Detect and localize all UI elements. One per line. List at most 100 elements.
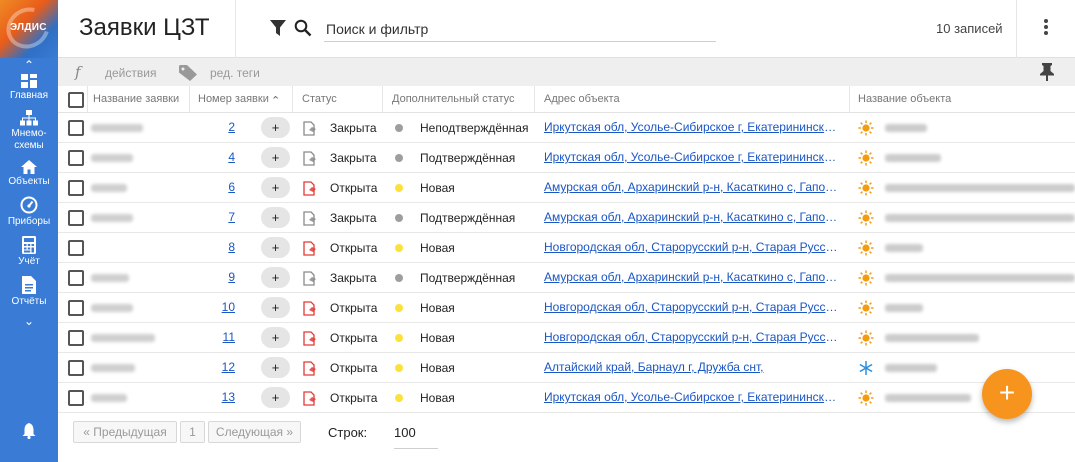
request-number-link[interactable]: 11 <box>188 330 235 344</box>
table-row[interactable]: 7 + Закрыта Подтверждённая Амурская обл, Арх… <box>58 203 1075 233</box>
sidebar-scroll-down-icon[interactable]: ⌄ <box>0 314 58 328</box>
add-request-button[interactable]: + <box>982 369 1032 419</box>
row-checkbox[interactable] <box>68 240 84 256</box>
add-tag-button[interactable]: + <box>261 327 290 348</box>
object-address-link[interactable]: Иркутская обл, Усолье-Сибирское г, Екате… <box>544 150 840 164</box>
request-name-redacted <box>91 154 133 162</box>
add-tag-button[interactable]: + <box>261 267 290 288</box>
table-row[interactable]: 12 + Открыта Новая Алтайский край, Барнаул г… <box>58 353 1075 383</box>
row-checkbox[interactable] <box>68 390 84 406</box>
row-checkbox[interactable] <box>68 210 84 226</box>
column-header-number[interactable]: Номер заявки <box>198 93 269 105</box>
sidebar-item-accounting[interactable]: Учёт <box>0 234 58 274</box>
status-text: Открыта <box>330 391 378 405</box>
row-checkbox[interactable] <box>68 360 84 376</box>
extra-status-text: Подтверждённая <box>420 271 516 285</box>
add-tag-button[interactable]: + <box>261 387 290 408</box>
table-row[interactable]: 11 + Открыта Новая Новгородская обл, Старору… <box>58 323 1075 353</box>
gauge-icon <box>20 196 38 214</box>
snowflake-icon <box>859 361 873 375</box>
row-checkbox[interactable] <box>68 150 84 166</box>
edit-tags-button[interactable]: ред. теги <box>210 66 260 80</box>
column-header-address[interactable]: Адрес объекта <box>544 93 620 105</box>
tag-icon[interactable] <box>179 65 197 81</box>
column-header-name[interactable]: Название заявки <box>93 93 179 105</box>
row-checkbox[interactable] <box>68 270 84 286</box>
object-address-link[interactable]: Иркутская обл, Усолье-Сибирское г, Екате… <box>544 120 840 134</box>
request-number-link[interactable]: 13 <box>188 390 235 404</box>
add-tag-button[interactable]: + <box>261 297 290 318</box>
status-icon <box>303 151 317 169</box>
object-address-link[interactable]: Амурская обл, Архаринский р-н, Касаткино… <box>544 270 840 284</box>
object-type-icon <box>858 270 874 289</box>
rows-per-page-select[interactable]: 100 <box>394 425 438 449</box>
status-icon <box>303 211 317 229</box>
add-tag-button[interactable]: + <box>261 177 290 198</box>
column-header-status[interactable]: Статус <box>302 93 337 105</box>
extra-status-dot <box>395 304 403 312</box>
object-address-link[interactable]: Новгородская обл, Старорусский р-н, Стар… <box>544 300 840 314</box>
request-number-link[interactable]: 7 <box>188 210 235 224</box>
actions-button[interactable]: действия <box>105 66 156 80</box>
table-row[interactable]: 13 + Открыта Новая Иркутская обл, Усолье-Сиб… <box>58 383 1075 413</box>
object-type-icon <box>858 360 874 379</box>
request-number-link[interactable]: 10 <box>188 300 235 314</box>
sidebar-item-objects[interactable]: Объекты <box>0 158 58 194</box>
request-number-link[interactable]: 6 <box>188 180 235 194</box>
search-icon[interactable] <box>294 19 312 37</box>
row-checkbox[interactable] <box>68 330 84 346</box>
sidebar-item-label: Главная <box>9 90 49 101</box>
object-address-link[interactable]: Новгородская обл, Старорусский р-н, Стар… <box>544 330 840 344</box>
filter-icon[interactable] <box>270 20 286 36</box>
table-row[interactable]: 9 + Закрыта Подтверждённая Амурская обл, Арх… <box>58 263 1075 293</box>
function-icon[interactable]: f <box>75 63 81 81</box>
object-address-link[interactable]: Амурская обл, Архаринский р-н, Касаткино… <box>544 210 840 224</box>
column-header-object[interactable]: Название объекта <box>858 93 951 105</box>
request-name-redacted <box>91 214 133 222</box>
sidebar-scroll-up-icon[interactable]: ⌃ <box>0 58 58 72</box>
table-row[interactable]: 2 + Закрыта Неподтверждённая Иркутская обл, … <box>58 113 1075 143</box>
sidebar-item-devices[interactable]: Приборы <box>0 194 58 234</box>
add-tag-button[interactable]: + <box>261 357 290 378</box>
notifications-button[interactable] <box>0 423 58 442</box>
eldis-logo[interactable]: ЭЛДИС <box>0 0 58 58</box>
add-tag-button[interactable]: + <box>261 117 290 138</box>
more-options-icon[interactable] <box>1040 19 1052 39</box>
request-number-link[interactable]: 9 <box>188 270 235 284</box>
sun-icon <box>858 150 874 166</box>
row-checkbox[interactable] <box>68 300 84 316</box>
select-all-checkbox[interactable] <box>68 92 84 108</box>
search-input[interactable] <box>324 17 716 42</box>
object-address-link[interactable]: Иркутская обл, Усолье-Сибирское г, Екате… <box>544 390 840 404</box>
add-tag-button[interactable]: + <box>261 207 290 228</box>
page-number-button[interactable]: 1 <box>180 421 205 443</box>
sidebar-item-home[interactable]: Главная <box>0 72 58 108</box>
sidebar-item-reports[interactable]: Отчёты <box>0 274 58 314</box>
request-number-link[interactable]: 2 <box>188 120 235 134</box>
object-name-redacted <box>885 154 941 162</box>
request-number-link[interactable]: 4 <box>188 150 235 164</box>
add-tag-button[interactable]: + <box>261 237 290 258</box>
row-checkbox[interactable] <box>68 180 84 196</box>
status-icon <box>303 121 317 139</box>
table-row[interactable]: 4 + Закрыта Подтверждённая Иркутская обл, Ус… <box>58 143 1075 173</box>
table-row[interactable]: 6 + Открыта Новая Амурская обл, Архаринский … <box>58 173 1075 203</box>
prev-page-button[interactable]: « Предыдущая <box>73 421 177 443</box>
pin-icon[interactable] <box>1040 63 1054 81</box>
table-row[interactable]: 8 + Открыта Новая Новгородская обл, Старорус… <box>58 233 1075 263</box>
object-address-link[interactable]: Алтайский край, Барнаул г, Дружба снт, <box>544 360 840 374</box>
table-row[interactable]: 10 + Открыта Новая Новгородская обл, Старору… <box>58 293 1075 323</box>
object-address-link[interactable]: Новгородская обл, Старорусский р-н, Стар… <box>544 240 840 254</box>
row-checkbox[interactable] <box>68 120 84 136</box>
sort-asc-icon[interactable]: ⌃ <box>271 94 280 107</box>
status-text: Закрыта <box>330 121 377 135</box>
object-address-link[interactable]: Амурская обл, Архаринский р-н, Касаткино… <box>544 180 840 194</box>
column-header-extra-status[interactable]: Дополнительный статус <box>392 93 515 105</box>
request-number-link[interactable]: 8 <box>188 240 235 254</box>
extra-status-dot <box>395 214 403 222</box>
request-number-link[interactable]: 12 <box>188 360 235 374</box>
add-tag-button[interactable]: + <box>261 147 290 168</box>
next-page-button[interactable]: Следующая » <box>208 421 301 443</box>
sidebar-item-mnemo[interactable]: Мнемо-схемы <box>0 108 58 158</box>
sun-icon <box>858 390 874 406</box>
